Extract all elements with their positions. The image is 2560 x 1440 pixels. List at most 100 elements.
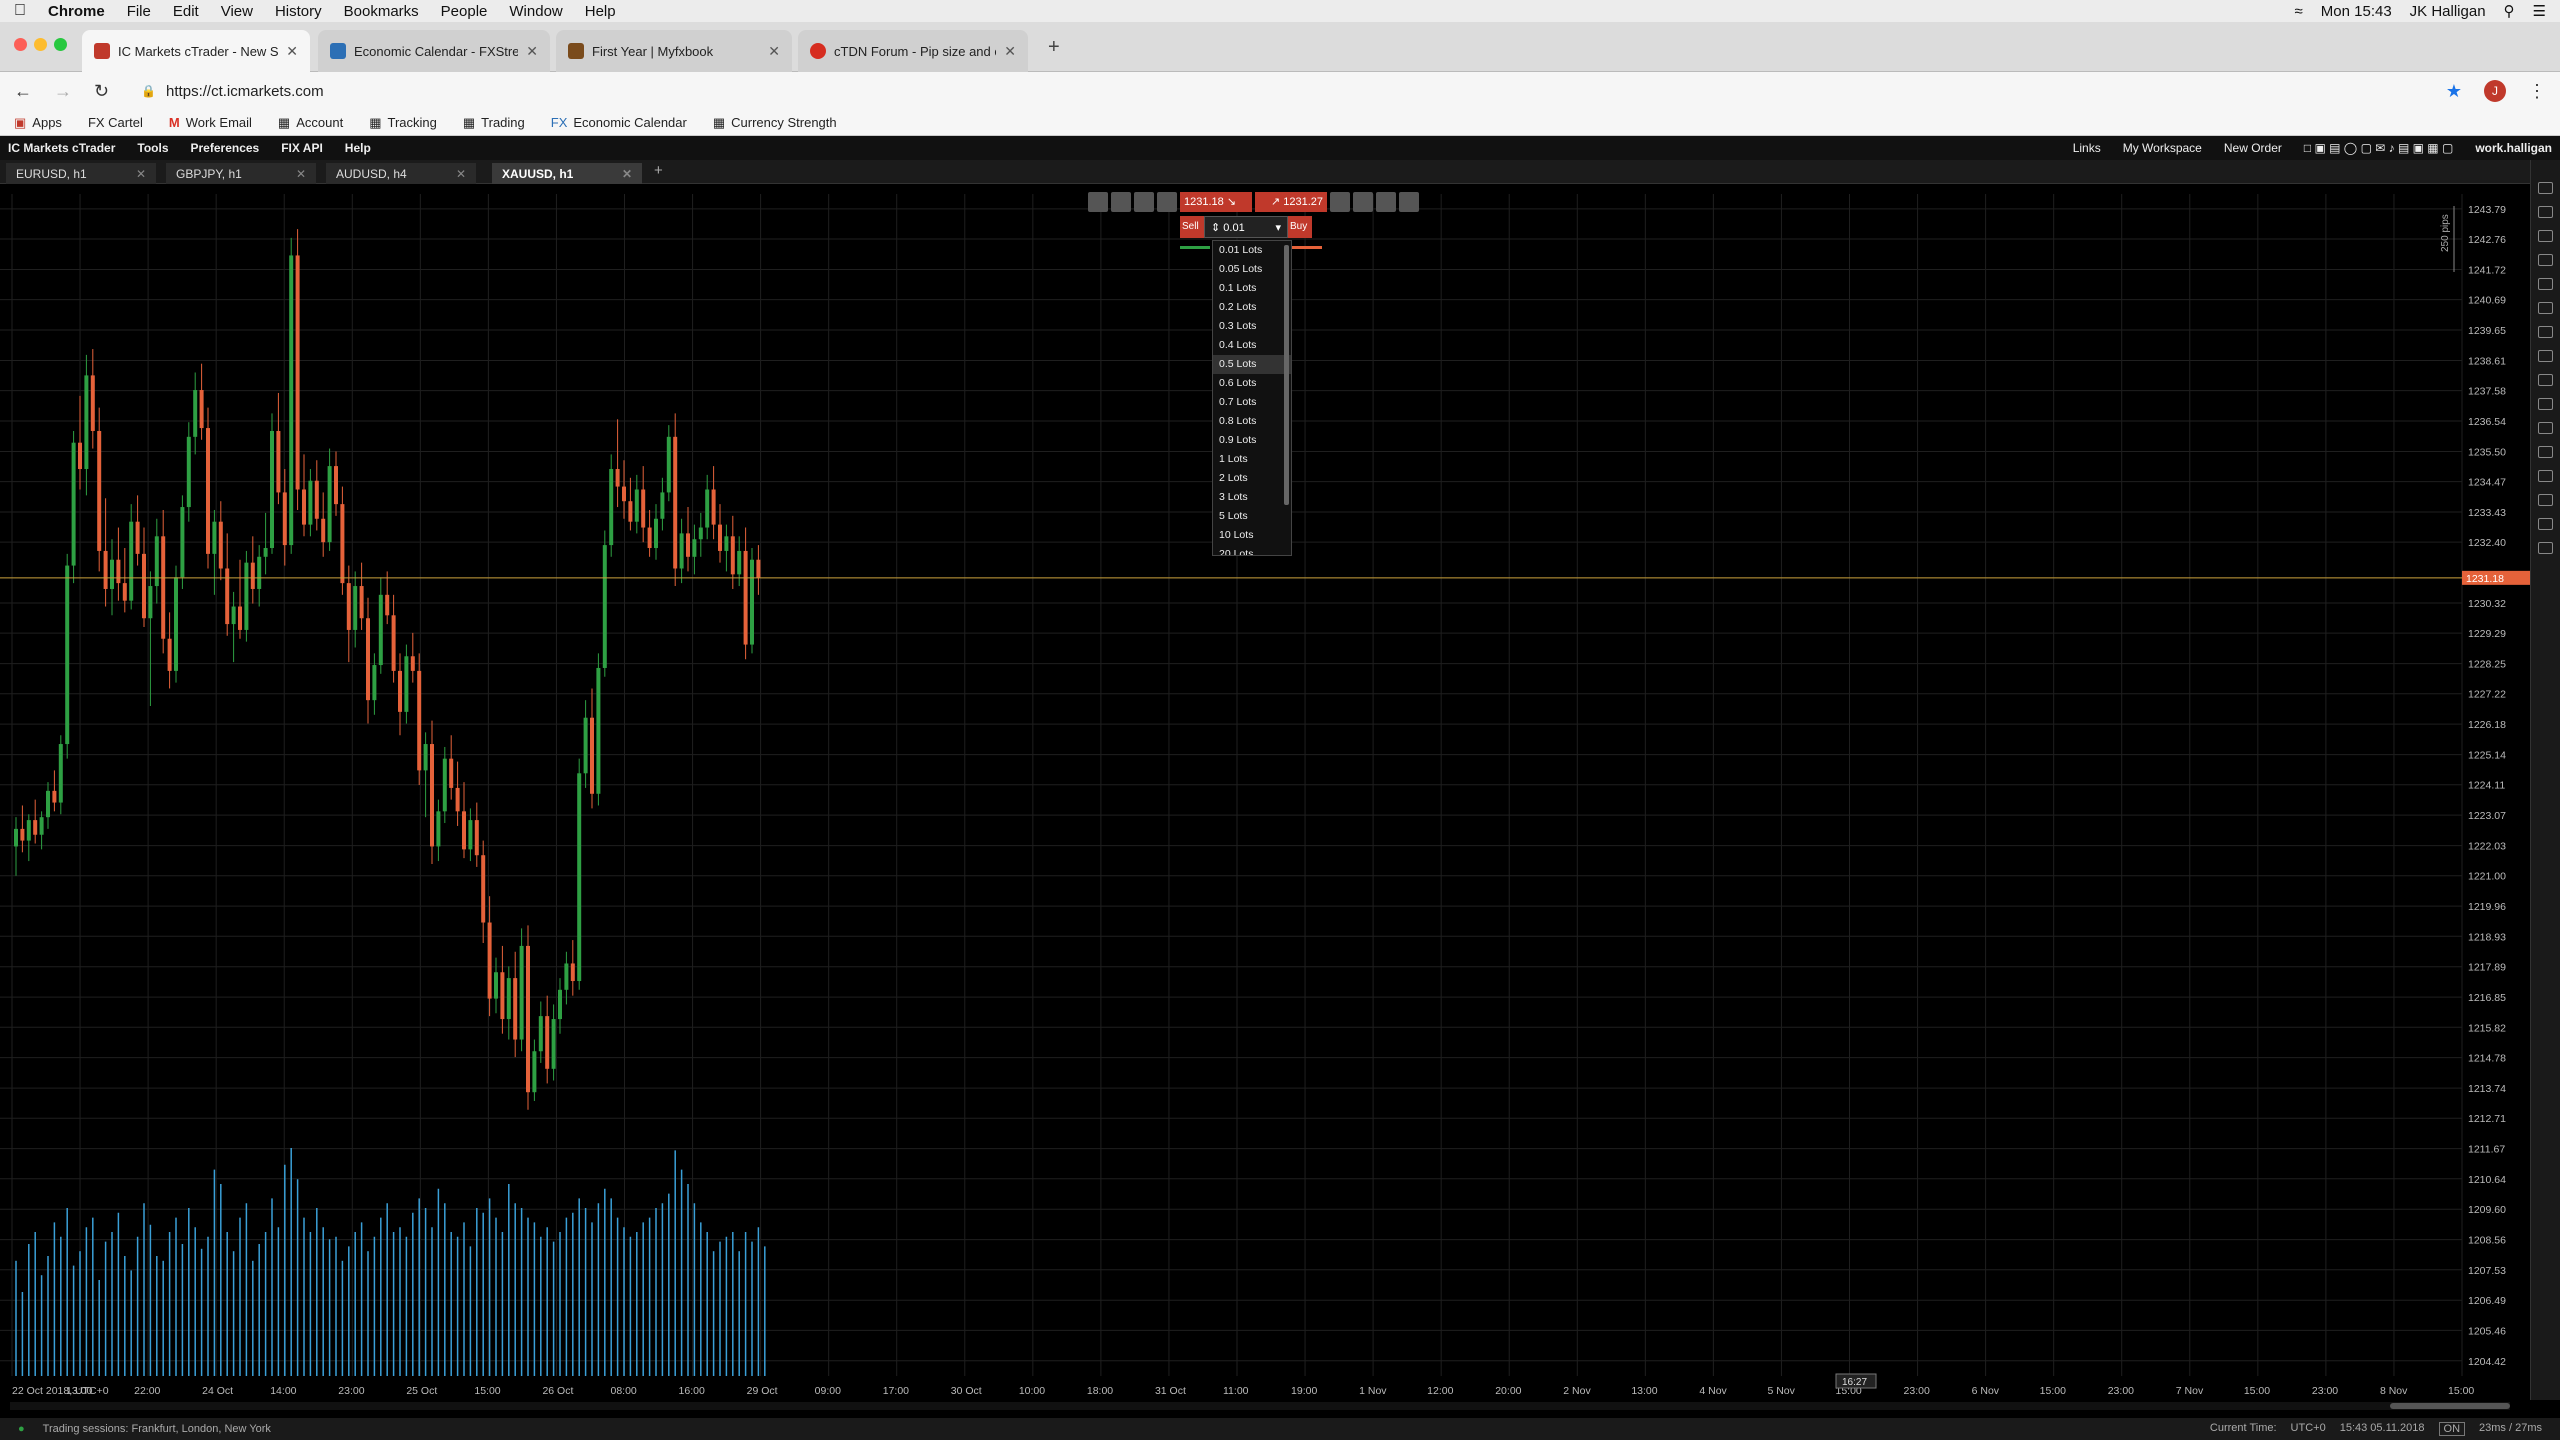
my-workspace-button[interactable]: My Workspace [2123,141,2202,155]
lot-size-dropdown[interactable]: 0.01 Lots 0.05 Lots 0.1 Lots 0.2 Lots 0.3 Lo… [1212,240,1292,556]
menu-bookmarks[interactable]: Bookmarks [344,3,419,20]
menu-help[interactable]: Help [585,3,616,20]
menu-history[interactable]: History [275,3,322,20]
lot-option[interactable]: 0.5 Lots [1213,355,1291,374]
chart-tab-gbpjpy[interactable]: GBPJPY, h1 ✕ [166,163,316,184]
browser-tab-ctdn-forum[interactable]: cTDN Forum - Pip size and co ✕ [798,30,1028,72]
zoom-out-icon[interactable] [1111,192,1131,212]
chart-tab-eurusd[interactable]: EURUSD, h1 ✕ [6,163,156,184]
reload-icon[interactable]: ↻ [94,81,109,102]
omnibox[interactable]: 🔒 https://ct.icmarkets.com [131,77,2424,105]
bookmark-apps[interactable]: ▣ Apps [14,115,62,131]
lot-option[interactable]: 5 Lots [1213,507,1291,526]
menu-people[interactable]: People [441,3,488,20]
chrome-menu-icon[interactable]: ⋮ [2528,81,2546,102]
bookmark-economic-calendar[interactable]: FX Economic Calendar [551,115,687,130]
lot-option[interactable]: 10 Lots [1213,526,1291,545]
buy-button[interactable]: Buy [1288,216,1312,238]
add-chart-tab-icon[interactable]: + [654,162,663,179]
window-icon[interactable] [2538,230,2553,242]
notification-center-icon[interactable]: ☰ [2533,2,2546,20]
lot-option[interactable]: 0.3 Lots [1213,317,1291,336]
back-arrow-icon[interactable]: ← [14,81,32,102]
menu-window[interactable]: Window [509,3,562,20]
close-chart-tab-icon[interactable]: ✕ [622,167,632,181]
rectangle-icon[interactable] [2538,422,2553,434]
close-window-button[interactable] [14,38,27,51]
snapshot-icon[interactable] [1399,192,1419,212]
app-menu[interactable]: Chrome [48,3,105,20]
spotlight-search-icon[interactable]: ⚲ [2504,2,2515,20]
wifi-icon[interactable]: ≈ [2295,3,2303,20]
account-name[interactable]: work.halligan [2475,141,2552,155]
new-order-button[interactable]: New Order [2224,141,2282,155]
zoom-in-icon[interactable] [1088,192,1108,212]
chart-tab-audusd[interactable]: AUDUSD, h4 ✕ [326,163,476,184]
menu-clock[interactable]: Mon 15:43 [2321,3,2392,20]
crosshair-tool-icon[interactable] [2538,278,2553,290]
sell-button[interactable]: Sell [1180,216,1204,238]
bookmark-star-icon[interactable]: ★ [2446,81,2462,102]
lot-option[interactable]: 0.8 Lots [1213,412,1291,431]
pen-icon[interactable] [2538,374,2553,386]
browser-tab-ctrader[interactable]: IC Markets cTrader - New Stan ✕ [82,30,310,72]
timezone-select[interactable]: UTC+0 [2291,1422,2326,1436]
links-button[interactable]: Links [2073,141,2101,155]
browser-tab-myfxbook[interactable]: First Year | Myfxbook ✕ [556,30,792,72]
lot-option[interactable]: 0.9 Lots [1213,431,1291,450]
chart-tab-xauusd[interactable]: XAUUSD, h1 ✕ [492,163,642,184]
sell-price-button[interactable]: 1231.18 ↘ [1180,192,1252,212]
panel-icon[interactable] [2538,206,2553,218]
trend-line-icon[interactable] [2538,326,2553,338]
bookmark-currency-strength[interactable]: ▦ Currency Strength [713,115,837,131]
on-toggle[interactable]: ON [2438,1422,2466,1436]
color-swatch-icon[interactable] [2538,494,2553,506]
ctrader-brand[interactable]: IC Markets cTrader [8,141,115,155]
ctrader-menu-help[interactable]: Help [345,141,371,155]
bookmark-work-email[interactable]: M Work Email [169,115,252,130]
lot-option[interactable]: 0.7 Lots [1213,393,1291,412]
dropdown-scrollbar[interactable] [1284,245,1289,505]
text-tool-icon[interactable] [2538,470,2553,482]
profile-avatar[interactable]: J [2484,80,2506,102]
horizontal-scrollbar-track[interactable] [10,1402,2510,1410]
lot-option[interactable]: 1 Lots [1213,450,1291,469]
ctrader-menu-preferences[interactable]: Preferences [191,141,260,155]
ctrader-menu-tools[interactable]: Tools [137,141,168,155]
forward-arrow-icon[interactable]: → [54,81,72,102]
lot-option[interactable]: 20 Lots [1213,545,1291,555]
horizontal-line-icon[interactable] [2538,302,2553,314]
lot-option[interactable]: 0.4 Lots [1213,336,1291,355]
buy-price-button[interactable]: ↗ 1231.27 [1255,192,1327,212]
layout-icon[interactable] [2538,182,2553,194]
lot-option[interactable]: 0.05 Lots [1213,260,1291,279]
bookmark-tracking[interactable]: ▦ Tracking [369,115,437,131]
alert-icon[interactable] [2538,542,2553,554]
lot-option[interactable]: 2 Lots [1213,469,1291,488]
close-tab-icon[interactable]: ✕ [286,43,298,60]
chart-type-icon[interactable] [1157,192,1177,212]
close-tab-icon[interactable]: ✕ [1004,43,1016,60]
menu-view[interactable]: View [221,3,253,20]
new-tab-plus-icon[interactable]: + [1048,36,1060,59]
time-axis[interactable]: 22 Oct 2018, UTC+013:00 22:00 24 Oct 14:00 2… [12,1385,2474,1397]
cursor-icon[interactable] [2538,254,2553,266]
close-chart-tab-icon[interactable]: ✕ [296,167,306,181]
lot-option[interactable]: 0.2 Lots [1213,298,1291,317]
menu-file[interactable]: File [127,3,151,20]
menu-edit[interactable]: Edit [173,3,199,20]
maximize-window-button[interactable] [54,38,67,51]
menu-user[interactable]: JK Halligan [2410,3,2486,20]
apple-icon[interactable]:  [14,2,26,20]
fibonacci-icon[interactable] [2538,350,2553,362]
arrow-icon[interactable] [2538,446,2553,458]
close-chart-tab-icon[interactable]: ✕ [456,167,466,181]
bookmark-account[interactable]: ▦ Account [278,115,343,131]
info-icon[interactable] [1353,192,1373,212]
bookmark-trading[interactable]: ▦ Trading [463,115,525,131]
eye-icon[interactable] [2538,518,2553,530]
lot-option[interactable]: 3 Lots [1213,488,1291,507]
browser-tab-fxstreet[interactable]: Economic Calendar - FXStreet ✕ [318,30,550,72]
bookmark-fx-cartel[interactable]: FX Cartel [88,115,143,130]
lot-option[interactable]: 0.6 Lots [1213,374,1291,393]
